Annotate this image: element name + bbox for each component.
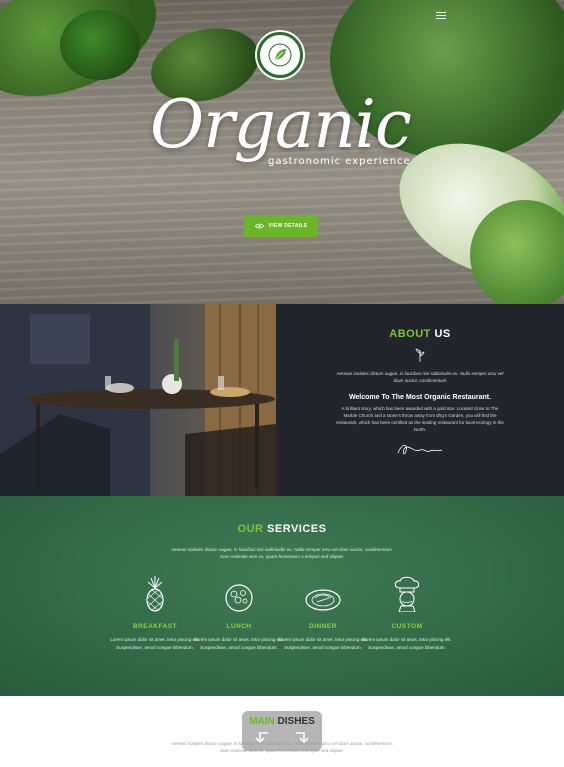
service-lunch[interactable]: LUNCH Lorem ipsum dolor sit amet, tetur … [194, 576, 284, 652]
view-details-button[interactable]: VIEW DETAILS [244, 215, 318, 237]
leaf-logo-icon[interactable] [257, 32, 303, 78]
service-custom[interactable]: CUSTOM Lorem ipsum dolor sit amet, tetur… [362, 576, 452, 652]
main-dishes-section: MAIN DISHES Aenean sodales dictum augue,… [0, 696, 564, 767]
main-dishes-intro: Aenean sodales dictum augue, in faucibus… [170, 741, 394, 753]
services-heading: OUR SERVICES [237, 523, 327, 535]
service-name: CUSTOM [391, 623, 423, 630]
about-intro: Aenean sodales dictum augue, in faucibus… [336, 371, 504, 383]
service-text: Lorem ipsum dolor sit amet, tetur piscin… [110, 637, 200, 650]
brand-title: Organic [150, 86, 412, 163]
about-body: A brilliant story, which has been awarde… [336, 406, 504, 432]
services-section: OUR SERVICES Aenean sodales dictum augue… [0, 496, 564, 696]
about-section: ABOUT US Aenean sodales dictum augue, in… [276, 304, 564, 496]
dinner-plate-icon [278, 576, 368, 612]
menu-icon[interactable] [436, 12, 446, 20]
chef-icon [362, 576, 452, 612]
eye-icon [254, 223, 264, 229]
vegetable-decoration [60, 10, 140, 80]
pineapple-icon [110, 576, 200, 612]
herb-icon [276, 348, 564, 362]
service-dinner[interactable]: DINNER Lorem ipsum dolor sit amet, tetur… [278, 576, 368, 652]
services-intro: Aenean sodales dictum augue, in faucibus… [170, 547, 394, 559]
service-breakfast[interactable]: BREAKFAST Lorem ipsum dolor sit amet, te… [110, 576, 200, 652]
service-name: BREAKFAST [132, 623, 178, 630]
signature-icon [276, 441, 564, 459]
service-text: Lorem ipsum dolor sit amet, tetur piscin… [194, 637, 284, 650]
main-dishes-heading: MAIN DISHES [249, 716, 315, 727]
hero-section: Organic gastronomic experience VIEW DETA… [0, 0, 564, 304]
about-photo [0, 304, 276, 496]
service-name: LUNCH [226, 623, 252, 630]
view-details-label: VIEW DETAILS [268, 223, 308, 229]
service-text: Lorem ipsum dolor sit amet, tetur piscin… [362, 637, 452, 650]
service-text: Lorem ipsum dolor sit amet, tetur piscin… [278, 637, 368, 650]
brand-subtitle: gastronomic experience [268, 156, 411, 167]
about-subheading: Welcome To The Most Organic Restaurant. [348, 394, 492, 401]
about-heading: ABOUT US [389, 328, 451, 340]
salad-bowl-icon [194, 576, 284, 612]
service-name: DINNER [309, 623, 337, 630]
